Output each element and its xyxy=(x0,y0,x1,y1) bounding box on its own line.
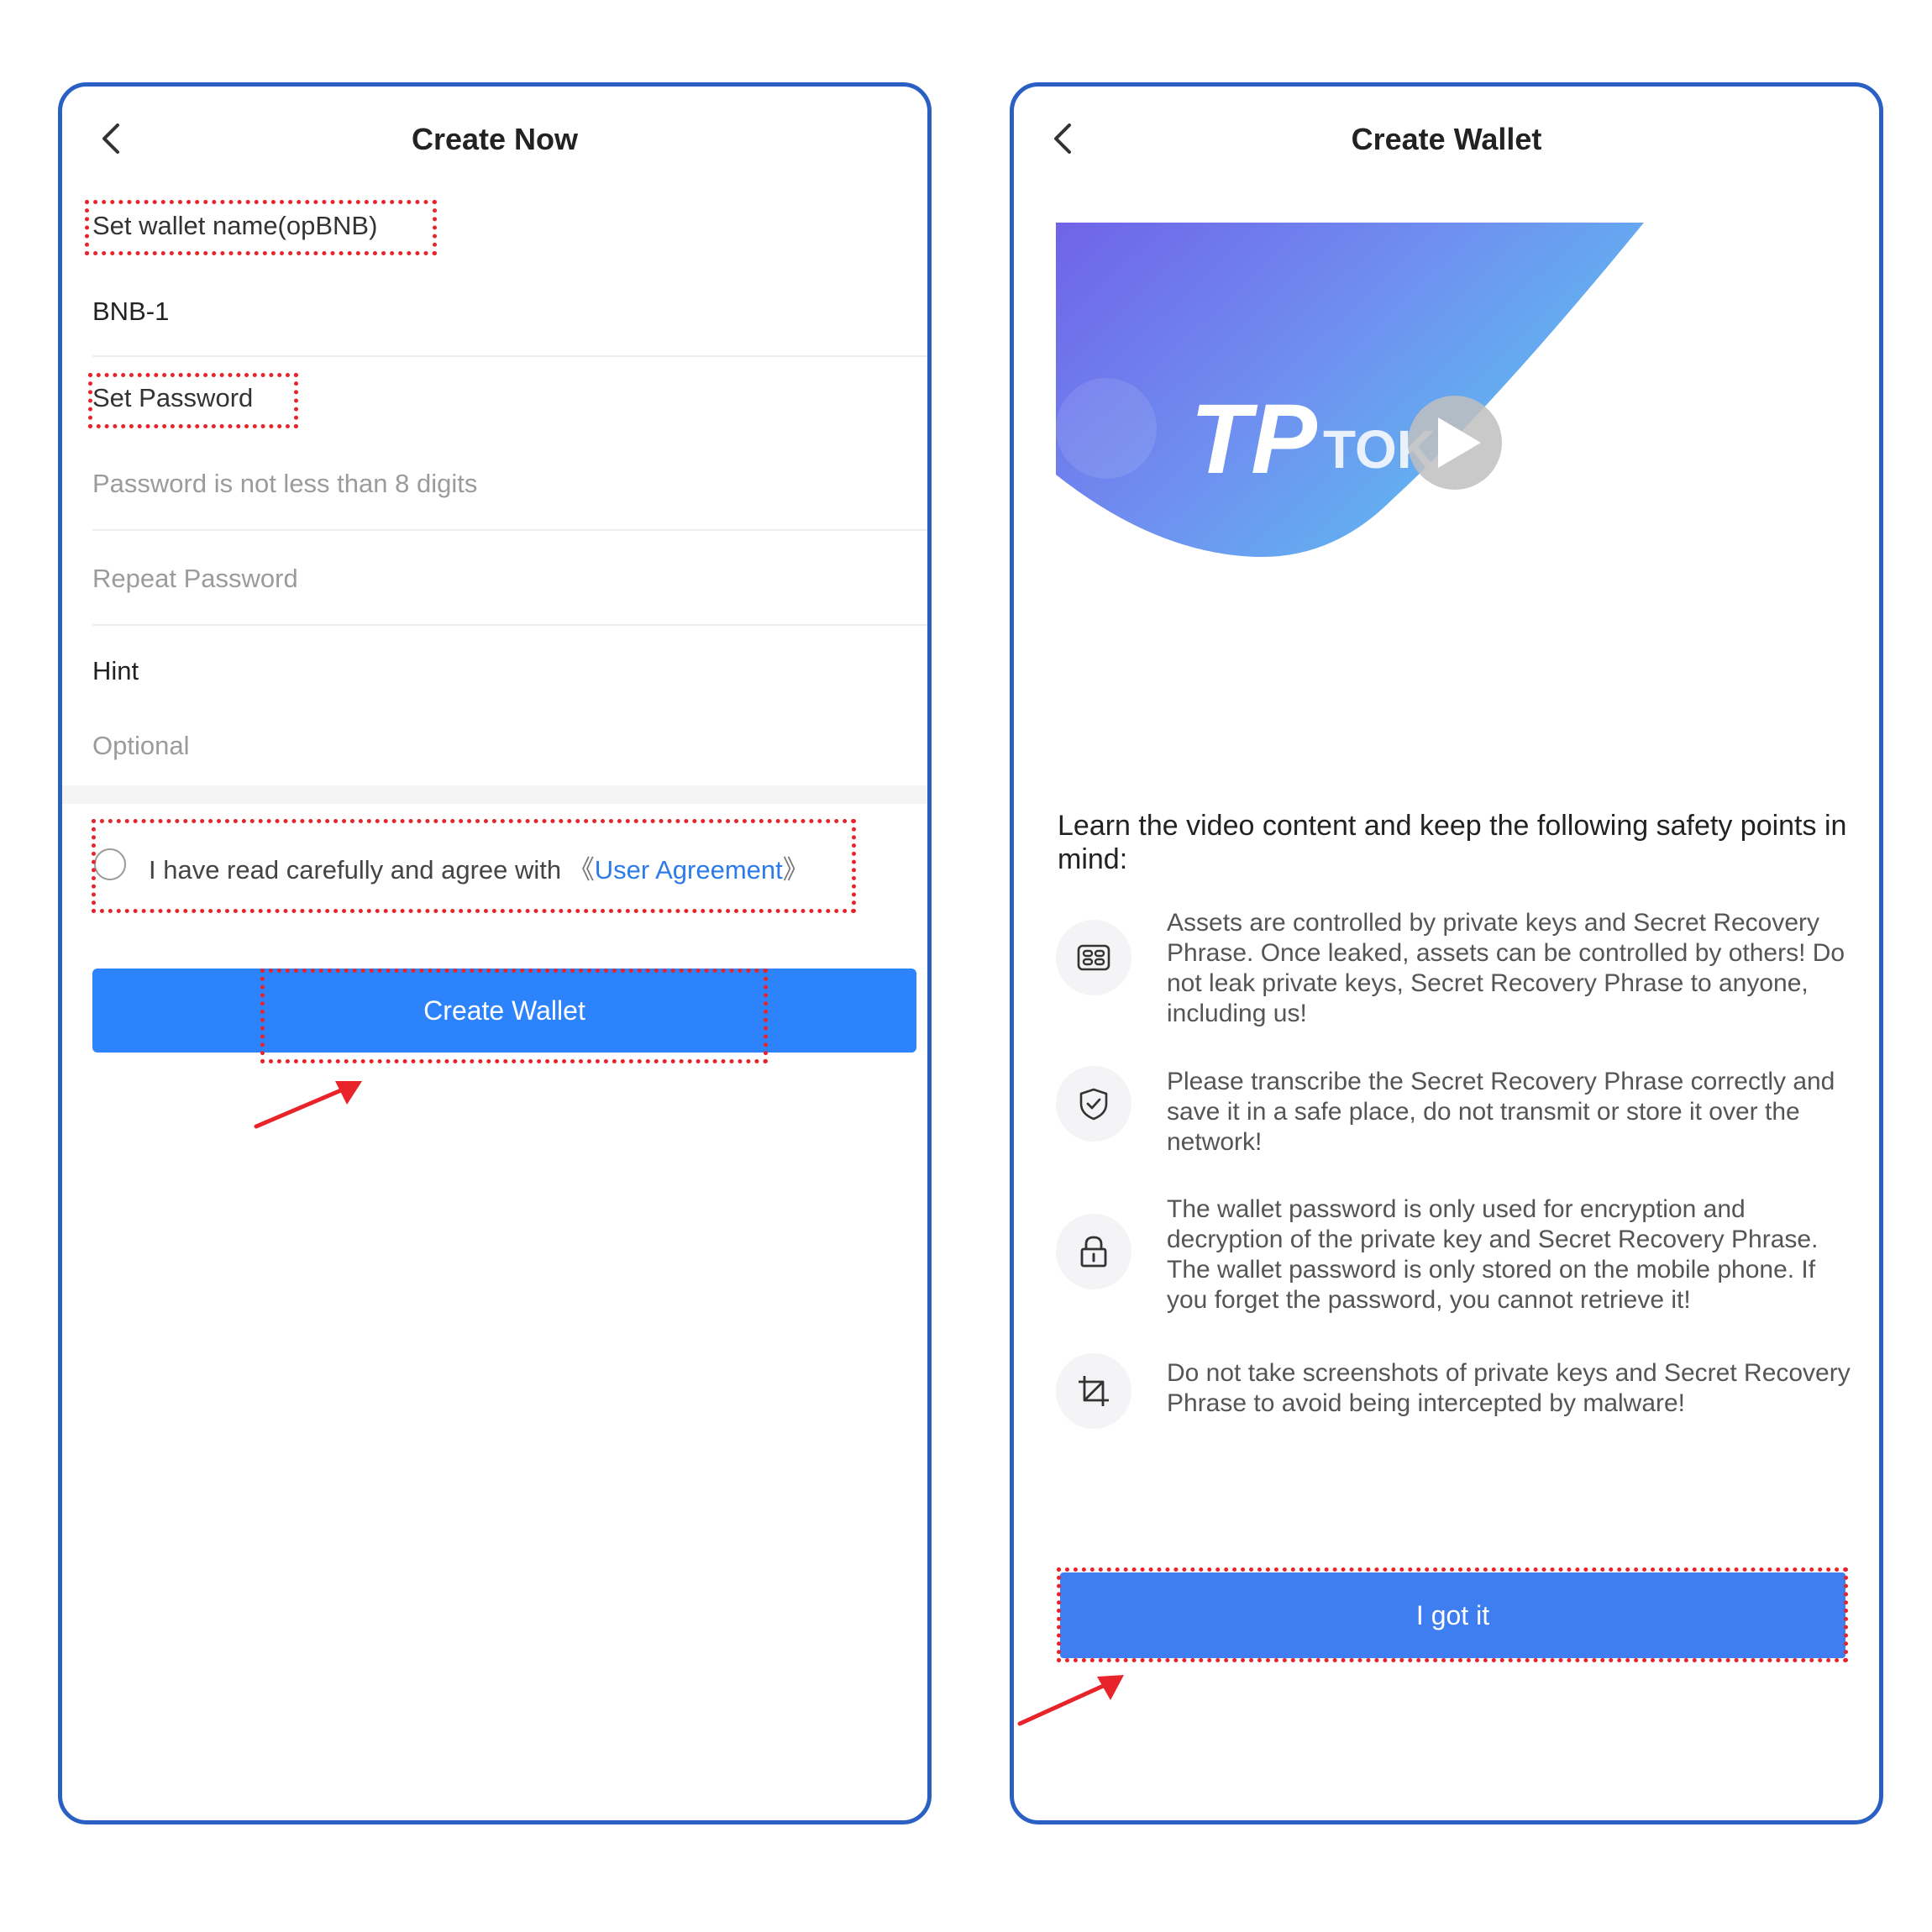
brand-text: TOKENPOCKET xyxy=(1323,419,1728,480)
highlight-box xyxy=(88,373,298,428)
highlight-box xyxy=(1057,1567,1848,1662)
brand-logo: TP xyxy=(1190,384,1317,495)
password-input[interactable]: Password is not less than 8 digits xyxy=(92,469,477,499)
hint-input[interactable]: Optional xyxy=(92,731,189,761)
highlight-box xyxy=(92,819,856,913)
section-separator xyxy=(62,785,927,804)
pointer-arrow-icon xyxy=(254,1081,362,1129)
intro-video[interactable]: TP TOKENPOCKET xyxy=(1056,223,1728,617)
highlight-box xyxy=(260,969,768,1063)
tip-text: Please transcribe the Secret Recovery Ph… xyxy=(1167,1068,1835,1156)
repeat-password-input[interactable]: Repeat Password xyxy=(92,564,298,594)
tip-text: Assets are controlled by private keys an… xyxy=(1167,909,1845,1027)
tip-text: The wallet password is only used for enc… xyxy=(1167,1195,1819,1314)
intro-text: Learn the video content and keep the fol… xyxy=(1058,810,1847,875)
keys-icon xyxy=(1056,920,1131,995)
page-title: Create Wallet xyxy=(1351,122,1542,156)
lock-icon xyxy=(1056,1214,1131,1289)
divider xyxy=(92,624,927,626)
wallet-name-input[interactable]: BNB-1 xyxy=(92,297,169,327)
hint-label: Hint xyxy=(92,656,139,685)
divider xyxy=(92,529,927,531)
tip-text: Do not take screenshots of private keys … xyxy=(1167,1359,1851,1417)
create-wallet-screen: Create Wallet TP TOKENPOCKET Learn the v… xyxy=(1010,82,1883,1824)
shield-check-icon xyxy=(1056,1066,1131,1142)
crop-icon xyxy=(1056,1353,1131,1429)
create-now-screen: Create Now Set wallet name(opBNB) BNB-1 … xyxy=(58,82,932,1824)
divider xyxy=(92,355,927,357)
page-title: Create Now xyxy=(411,122,579,156)
pointer-arrow-icon xyxy=(1017,1675,1124,1726)
highlight-box xyxy=(85,200,437,255)
